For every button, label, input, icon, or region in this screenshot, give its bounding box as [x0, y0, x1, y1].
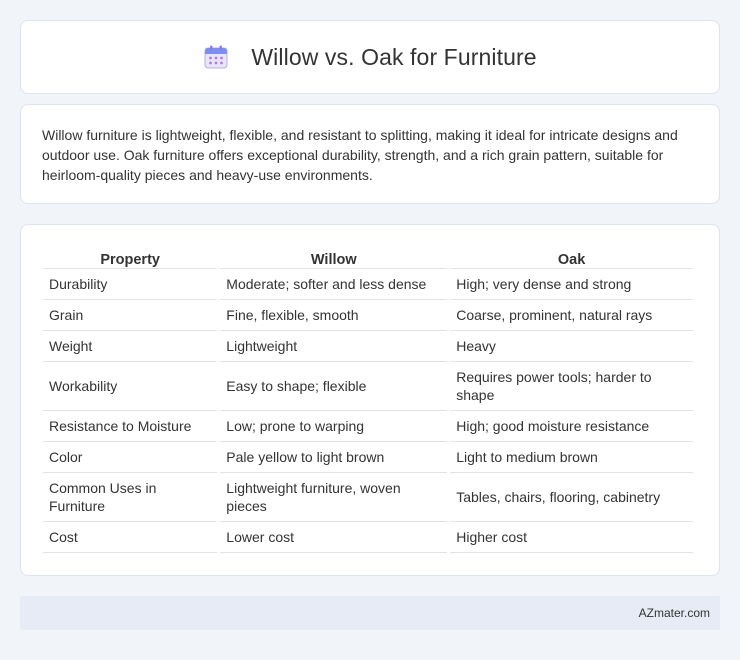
title-wrap: Willow vs. Oak for Furniture [203, 43, 537, 71]
cell-property: Color [43, 442, 218, 473]
cell-property: Grain [43, 300, 218, 331]
cell-willow: Pale yellow to light brown [220, 442, 448, 473]
table-row: Grain Fine, flexible, smooth Coarse, pro… [43, 300, 693, 331]
cell-oak: Requires power tools; harder to shape [450, 362, 693, 411]
cell-property: Resistance to Moisture [43, 411, 218, 442]
cell-willow: Lower cost [220, 522, 448, 553]
table-header-row: Property Willow Oak [43, 247, 693, 269]
cell-oak: High; good moisture resistance [450, 411, 693, 442]
header-property: Property [43, 247, 218, 269]
cell-oak: Light to medium brown [450, 442, 693, 473]
page-title: Willow vs. Oak for Furniture [251, 43, 537, 70]
cell-oak: Coarse, prominent, natural rays [450, 300, 693, 331]
cell-willow: Moderate; softer and less dense [220, 269, 448, 300]
cell-property: Weight [43, 331, 218, 362]
cell-willow: Low; prone to warping [220, 411, 448, 442]
footer: AZmater.com [20, 596, 720, 630]
comparison-table: Property Willow Oak Durability Moderate;… [40, 247, 696, 553]
cell-willow: Lightweight [220, 331, 448, 362]
table-row: Resistance to Moisture Low; prone to war… [43, 411, 693, 442]
cell-willow: Fine, flexible, smooth [220, 300, 448, 331]
cell-willow: Easy to shape; flexible [220, 362, 448, 411]
table-row: Color Pale yellow to light brown Light t… [43, 442, 693, 473]
cell-oak: High; very dense and strong [450, 269, 693, 300]
table-row: Weight Lightweight Heavy [43, 331, 693, 362]
cell-property: Common Uses in Furniture [43, 473, 218, 522]
table-row: Common Uses in Furniture Lightweight fur… [43, 473, 693, 522]
description-text: Willow furniture is lightweight, flexibl… [42, 127, 678, 183]
title-card: Willow vs. Oak for Furniture [20, 20, 720, 94]
cell-property: Workability [43, 362, 218, 411]
cell-oak: Higher cost [450, 522, 693, 553]
cell-oak: Tables, chairs, flooring, cabinetry [450, 473, 693, 522]
table-row: Durability Moderate; softer and less den… [43, 269, 693, 300]
cell-property: Cost [43, 522, 218, 553]
table-row: Cost Lower cost Higher cost [43, 522, 693, 553]
calendar-icon [203, 44, 229, 70]
cell-oak: Heavy [450, 331, 693, 362]
cell-property: Durability [43, 269, 218, 300]
footer-site-link[interactable]: AZmater.com [639, 606, 710, 620]
table-card: Property Willow Oak Durability Moderate;… [20, 224, 720, 576]
header-oak: Oak [450, 247, 693, 269]
cell-willow: Lightweight furniture, woven pieces [220, 473, 448, 522]
table-row: Workability Easy to shape; flexible Requ… [43, 362, 693, 411]
description-card: Willow furniture is lightweight, flexibl… [20, 104, 720, 204]
header-willow: Willow [220, 247, 448, 269]
